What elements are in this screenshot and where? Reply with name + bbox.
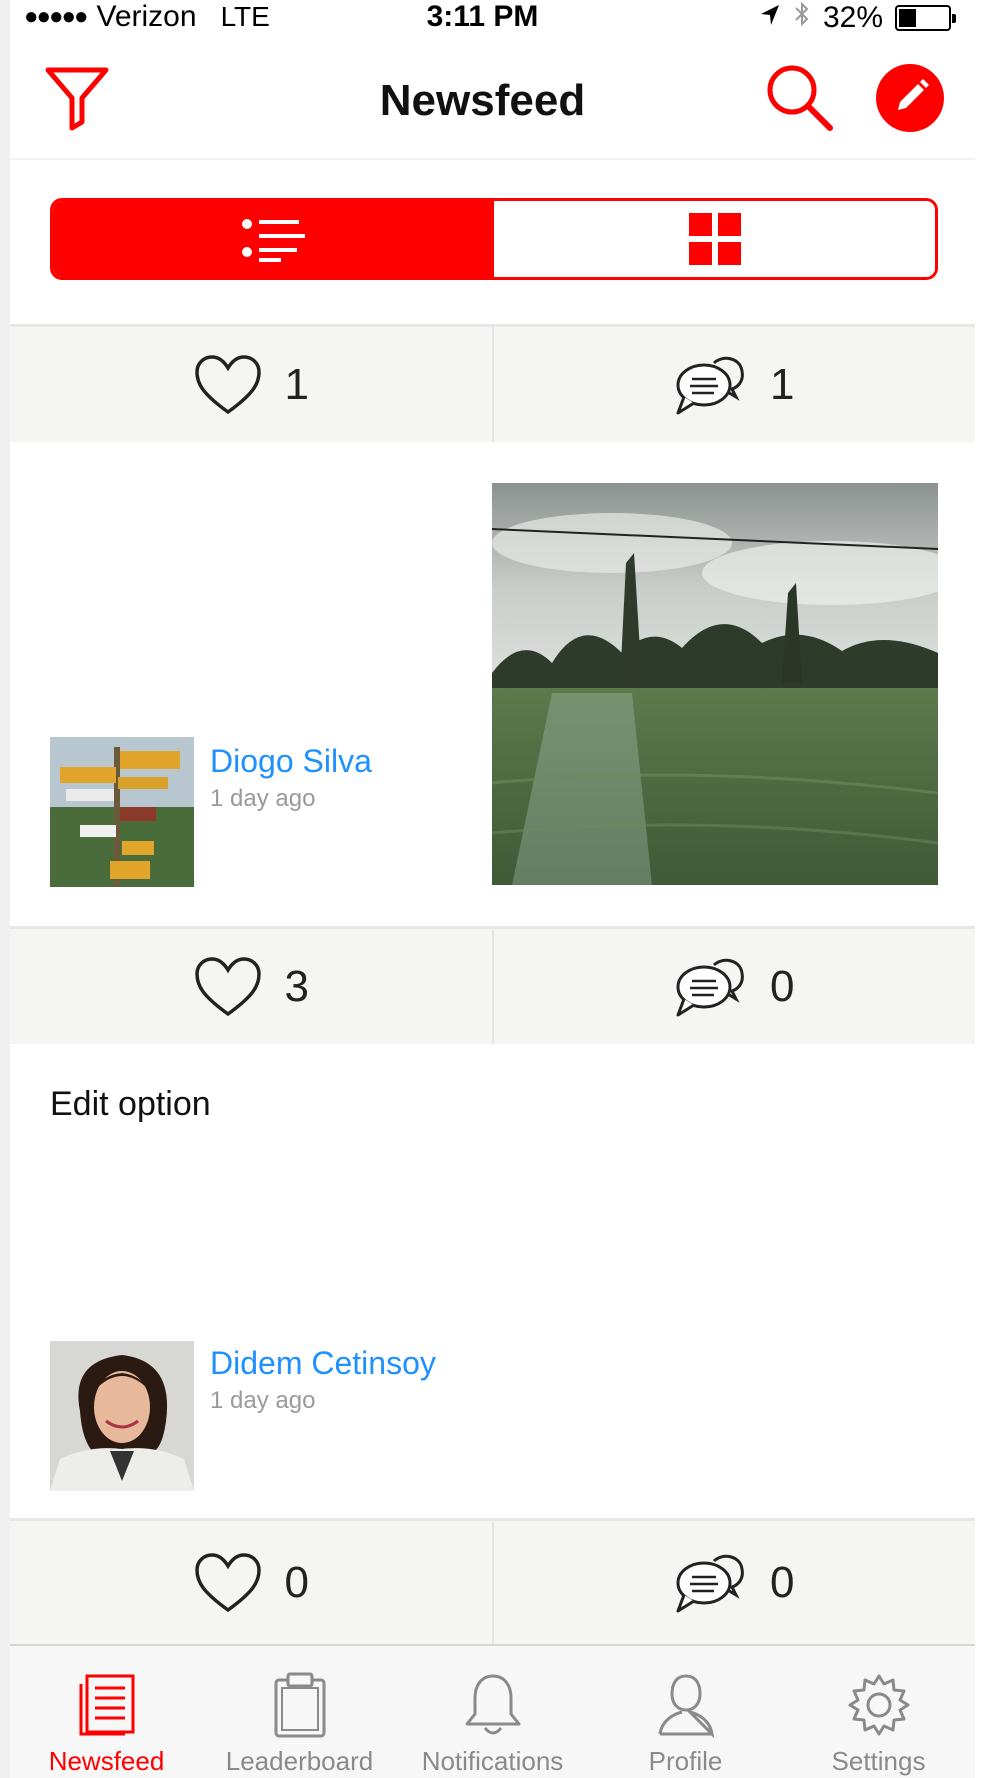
compose-button[interactable] bbox=[876, 64, 944, 132]
app-screen: ●●●●● Verizon LTE 3:11 PM 32% Newsfeed 1… bbox=[0, 0, 975, 1778]
bluetooth-icon bbox=[793, 0, 811, 36]
post-card: Diogo Silva 1 day ago bbox=[10, 445, 975, 925]
like-button[interactable]: 0 bbox=[10, 1521, 492, 1644]
comment-button[interactable]: 0 bbox=[491, 929, 976, 1044]
tab-label: Notifications bbox=[421, 1746, 564, 1776]
status-bar: ●●●●● Verizon LTE 3:11 PM 32% bbox=[10, 0, 975, 34]
gear-icon bbox=[844, 1672, 914, 1738]
search-icon bbox=[767, 65, 833, 131]
post-actions: 3 0 bbox=[10, 926, 975, 1044]
battery-icon bbox=[895, 5, 956, 31]
author-name[interactable]: Didem Cetinsoy bbox=[210, 1345, 436, 1382]
avatar[interactable] bbox=[50, 1341, 194, 1491]
person-icon bbox=[651, 1672, 721, 1738]
grid-icon bbox=[688, 213, 741, 265]
comment-count: 0 bbox=[770, 1557, 795, 1607]
post-time: 1 day ago bbox=[210, 1387, 316, 1414]
nav-divider bbox=[10, 158, 975, 160]
like-count: 1 bbox=[284, 359, 309, 409]
bell-icon bbox=[458, 1672, 528, 1738]
tab-newsfeed[interactable]: Newsfeed bbox=[10, 1646, 203, 1778]
list-icon bbox=[241, 219, 305, 262]
newsfeed-icon bbox=[72, 1672, 142, 1738]
post-time: 1 day ago bbox=[210, 785, 316, 812]
tab-settings[interactable]: Settings bbox=[782, 1646, 975, 1778]
heart-icon bbox=[194, 354, 261, 414]
tab-label: Profile bbox=[648, 1746, 723, 1776]
tab-profile[interactable]: Profile bbox=[589, 1646, 782, 1778]
tab-label: Leaderboard bbox=[225, 1746, 374, 1776]
clipboard-icon bbox=[265, 1672, 335, 1738]
grid-view-button[interactable] bbox=[494, 201, 935, 277]
like-count: 3 bbox=[284, 961, 309, 1011]
avatar[interactable] bbox=[50, 737, 194, 887]
comment-icon bbox=[676, 958, 744, 1016]
post-text: Edit option bbox=[50, 1085, 211, 1123]
post-photo[interactable] bbox=[492, 483, 938, 885]
heart-icon bbox=[194, 1552, 261, 1612]
pencil-icon bbox=[898, 79, 929, 110]
comment-icon bbox=[676, 356, 744, 414]
tab-leaderboard[interactable]: Leaderboard bbox=[203, 1646, 396, 1778]
navigation-bar: Newsfeed bbox=[10, 40, 975, 160]
battery-percentage: 32% bbox=[822, 1, 883, 34]
search-button[interactable] bbox=[762, 60, 838, 136]
page-gutter bbox=[975, 0, 1000, 1778]
tab-label: Settings bbox=[831, 1746, 926, 1776]
list-view-button[interactable] bbox=[53, 201, 494, 277]
view-toggle bbox=[50, 198, 938, 280]
author-name[interactable]: Diogo Silva bbox=[210, 743, 372, 780]
comment-count: 1 bbox=[770, 359, 795, 409]
comment-button[interactable]: 1 bbox=[491, 327, 976, 442]
comment-count: 0 bbox=[770, 961, 795, 1011]
post-actions: 0 0 bbox=[10, 1518, 975, 1644]
comment-button[interactable]: 0 bbox=[491, 1521, 976, 1644]
like-button[interactable]: 1 bbox=[10, 327, 492, 442]
location-arrow-icon bbox=[759, 1, 781, 35]
post-actions: 1 1 bbox=[10, 324, 975, 442]
tab-bar: Newsfeed Leaderboard Notifications Profi… bbox=[10, 1644, 975, 1778]
like-button[interactable]: 3 bbox=[10, 929, 492, 1044]
like-count: 0 bbox=[284, 1557, 309, 1607]
heart-icon bbox=[194, 956, 261, 1016]
post-card: Edit option Didem Cetinsoy 1 day ago bbox=[10, 1047, 975, 1519]
tab-notifications[interactable]: Notifications bbox=[396, 1646, 589, 1778]
comment-icon bbox=[676, 1554, 744, 1612]
tab-label: Newsfeed bbox=[48, 1746, 165, 1776]
